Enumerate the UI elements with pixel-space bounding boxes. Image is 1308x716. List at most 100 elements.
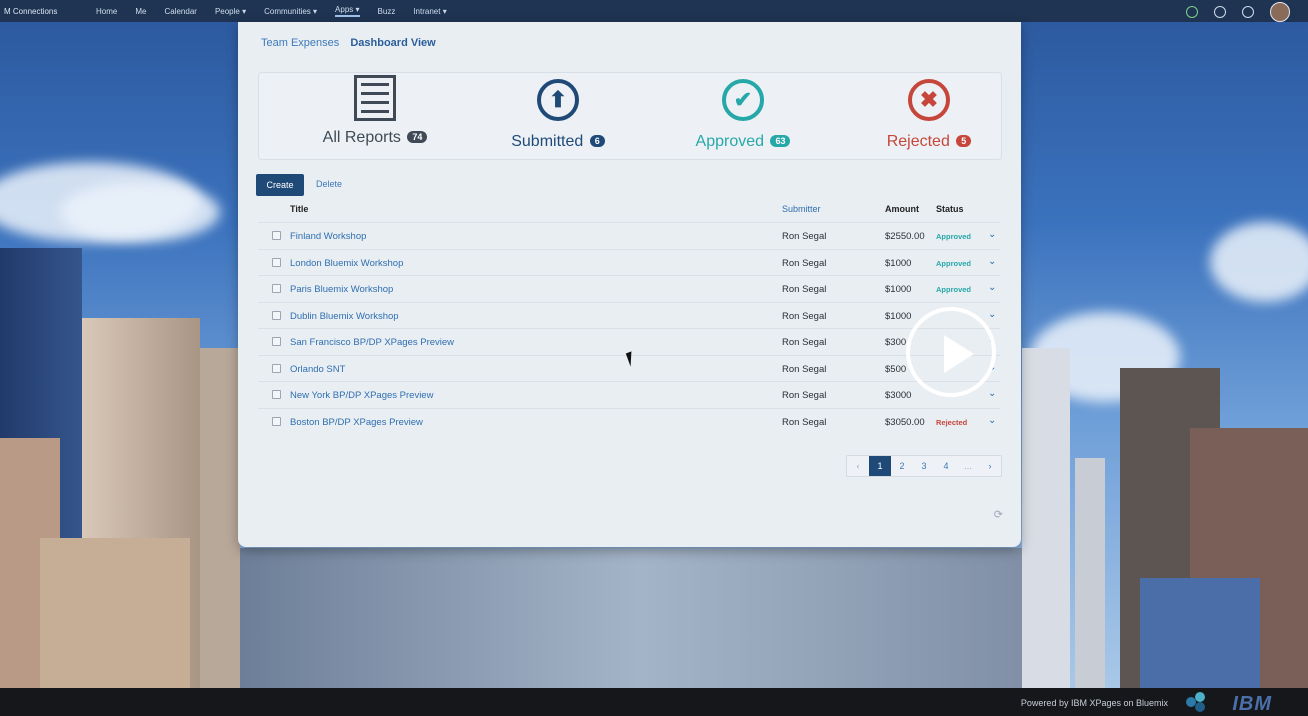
count-badge: 74 — [407, 131, 428, 143]
status-icon[interactable] — [1186, 6, 1198, 18]
nav-item-communities-label: Communities — [264, 6, 311, 16]
table-row[interactable]: London Bluemix Workshop Ron Segal $1000 App… — [258, 248, 1000, 276]
chevron-down-icon[interactable]: ⌄ — [988, 229, 996, 240]
summary-label: Submitted 6 — [468, 133, 648, 151]
nav-item-intranet-label: Intranet — [413, 6, 441, 16]
row-amount: $3050.00 — [885, 416, 925, 428]
table-row[interactable]: Dublin Bluemix Workshop Ron Segal $1000 ⌄ — [258, 301, 1000, 329]
pagination-ellipsis: ... — [964, 461, 972, 471]
pagination-page-1[interactable]: 1 — [869, 456, 891, 476]
row-checkbox[interactable] — [272, 257, 281, 267]
arrow-up-circle-icon: ⬆ — [537, 79, 579, 121]
table-row[interactable]: Paris Bluemix Workshop Ron Segal $1000 Appr… — [258, 275, 1000, 302]
row-submitter: Ron Segal — [782, 257, 827, 269]
row-amount: $300 — [885, 337, 907, 348]
row-submitter: Ron Segal — [782, 337, 827, 348]
row-submitter: Ron Segal — [782, 363, 827, 375]
top-navigation-bar: M Connections Home Me Calendar People ▾ … — [0, 0, 1308, 22]
row-checkbox[interactable] — [272, 363, 281, 373]
report-summary: All Reports 74 ⬆ Submitted 6 ✔ Approved … — [258, 72, 1002, 160]
nav-item-communities[interactable]: Communities ▾ — [264, 7, 317, 16]
breadcrumb-team-expenses[interactable]: Team Expenses — [261, 37, 339, 49]
row-checkbox[interactable] — [272, 310, 281, 320]
row-amount: $1000 — [885, 284, 912, 295]
row-submitter: Ron Segal — [782, 231, 827, 242]
nav-item-buzz[interactable]: Buzz — [378, 7, 396, 16]
row-submitter: Ron Segal — [782, 310, 827, 322]
summary-card-all-reports[interactable]: All Reports 74 — [285, 75, 465, 147]
footer-bar: Powered by IBM XPages on Bluemix IBM — [0, 688, 1308, 716]
row-checkbox[interactable] — [272, 337, 281, 346]
row-title-link[interactable]: Dublin Bluemix Workshop — [290, 311, 399, 322]
video-play-button[interactable] — [906, 307, 996, 397]
chevron-down-icon[interactable]: ⌄ — [988, 282, 996, 293]
summary-card-rejected[interactable]: ✖ Rejected 5 — [839, 75, 1019, 151]
nav-item-home[interactable]: Home — [96, 7, 117, 16]
check-circle-icon: ✔ — [722, 79, 764, 121]
row-title-link[interactable]: Orlando SNT — [290, 364, 345, 375]
column-header-submitter[interactable]: Submitter — [782, 204, 821, 214]
refresh-icon[interactable]: ⟳ — [994, 508, 1003, 521]
column-header-title[interactable]: Title — [290, 204, 308, 214]
summary-card-approved[interactable]: ✔ Approved 63 — [653, 75, 833, 151]
pagination: ‹ 1 2 3 4 ... › — [846, 455, 1002, 477]
pagination-page-2[interactable]: 2 — [891, 456, 913, 476]
nav-item-apps[interactable]: Apps ▾ — [335, 5, 360, 17]
summary-label-text: Rejected — [886, 133, 950, 150]
help-icon[interactable] — [1242, 6, 1254, 18]
row-title-link[interactable]: New York BP/DP XPages Preview — [290, 390, 433, 401]
breadcrumb: Team Expenses Dashboard View — [261, 37, 436, 49]
topnav-actions — [1186, 2, 1290, 22]
ibm-logo: IBM — [1232, 693, 1272, 715]
table-row[interactable]: Boston BP/DP XPages Preview Ron Segal $305… — [258, 407, 1000, 435]
row-checkbox[interactable] — [272, 231, 281, 240]
pagination-prev[interactable]: ‹ — [847, 456, 869, 476]
powered-by-text: Powered by IBM XPages on Bluemix — [1020, 698, 1168, 708]
chevron-down-icon[interactable]: ⌄ — [988, 415, 996, 426]
column-header-amount[interactable]: Amount — [885, 204, 919, 214]
notifications-bell-icon[interactable] — [1214, 6, 1226, 18]
row-title-link[interactable]: Paris Bluemix Workshop — [290, 284, 393, 295]
nav-item-people[interactable]: People ▾ — [215, 7, 246, 16]
nav-item-me[interactable]: Me — [135, 7, 146, 16]
row-status: Rejected — [936, 417, 968, 427]
chevron-down-icon[interactable]: ⌄ — [988, 388, 996, 399]
expense-table: Finland Workshop Ron Segal $2550.00 Approve… — [258, 222, 1000, 434]
row-status: Approved — [936, 285, 972, 294]
summary-label: Approved 63 — [653, 133, 833, 151]
pagination-page-4[interactable]: 4 — [935, 456, 957, 476]
summary-label-text: All Reports — [322, 129, 401, 146]
create-button[interactable]: Create — [256, 174, 304, 196]
pagination-next[interactable]: › — [979, 456, 1001, 476]
row-amount: $500 — [885, 363, 907, 375]
column-header-status[interactable]: Status — [936, 204, 964, 214]
row-title-link[interactable]: London Bluemix Workshop — [290, 258, 403, 269]
chevron-down-icon[interactable]: ⌄ — [988, 309, 996, 320]
row-title-link[interactable]: Boston BP/DP XPages Preview — [290, 417, 423, 428]
count-badge: 5 — [956, 135, 972, 147]
row-checkbox[interactable] — [272, 416, 281, 426]
table-row[interactable]: Finland Workshop Ron Segal $2550.00 Approve… — [258, 222, 1000, 249]
table-row[interactable]: San Francisco BP/DP XPages Preview Ron Se… — [258, 328, 1000, 355]
count-badge: 6 — [589, 135, 605, 147]
app-brand[interactable]: M Connections — [0, 7, 90, 16]
row-submitter: Ron Segal — [782, 416, 827, 428]
chevron-down-icon[interactable]: ⌄ — [988, 256, 996, 267]
row-submitter: Ron Segal — [782, 284, 827, 295]
user-avatar[interactable] — [1270, 2, 1290, 22]
table-row[interactable]: New York BP/DP XPages Preview Ron Segal $3… — [258, 381, 1000, 408]
row-checkbox[interactable] — [272, 284, 281, 293]
row-checkbox[interactable] — [272, 390, 281, 399]
row-title-link[interactable]: San Francisco BP/DP XPages Preview — [290, 337, 454, 348]
table-header: Title Submitter Amount Status — [258, 202, 1000, 222]
breadcrumb-dashboard-view[interactable]: Dashboard View — [350, 37, 435, 49]
nav-item-intranet[interactable]: Intranet ▾ — [413, 7, 446, 16]
row-title-link[interactable]: Finland Workshop — [290, 231, 366, 242]
delete-button[interactable]: Delete — [316, 179, 342, 189]
count-badge: 63 — [770, 135, 791, 147]
summary-label: Rejected 5 — [839, 133, 1019, 151]
summary-card-submitted[interactable]: ⬆ Submitted 6 — [468, 75, 648, 151]
expenses-dashboard-panel: Team Expenses Dashboard View All Reports… — [238, 22, 1021, 547]
nav-item-calendar[interactable]: Calendar — [164, 7, 196, 16]
pagination-page-3[interactable]: 3 — [913, 456, 935, 476]
